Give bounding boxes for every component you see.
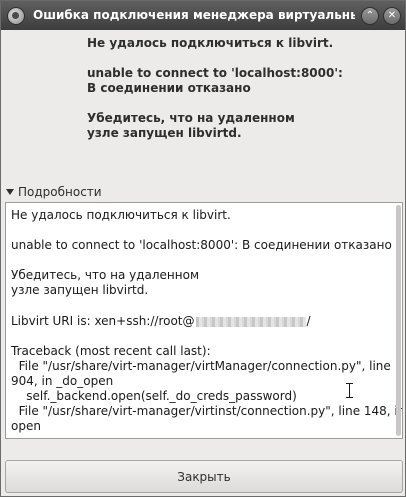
details-scrollbar[interactable] [396, 205, 401, 436]
error-message-line: unable to connect to 'localhost:8000': [87, 66, 343, 80]
shade-button[interactable]: ⌃ [361, 7, 379, 25]
titlebar[interactable]: Ошибка подключения менеджера виртуальных… [1, 1, 405, 30]
details-line: Убедитесь, что на удаленном [11, 268, 200, 282]
details-line: Не удалось подключиться к libvirt. [11, 208, 231, 222]
details-line: узле запущен libvirtd. [11, 283, 149, 297]
error-message-line: узле запущен libvirtd. [87, 126, 242, 140]
error-message-line: Не удалось подключиться к libvirt. [87, 36, 334, 50]
details-line: File "/usr/share/virt-manager/virtinst/c… [11, 404, 403, 418]
details-line: self._backend.open(self._do_creds_passwo… [11, 389, 297, 403]
details-line: File "/usr/share/virt-manager/virtManage… [11, 359, 391, 373]
details-line: unable to connect to 'localhost:8000': В… [11, 238, 392, 252]
app-icon [7, 7, 25, 25]
details-textview[interactable]: Не удалось подключиться к libvirt. unabl… [5, 202, 403, 439]
redacted-hostname [195, 316, 306, 327]
error-dialog-window: Ошибка подключения менеджера виртуальных… [0, 0, 406, 497]
close-window-button[interactable]: ✕ [383, 7, 401, 25]
details-expander-label[interactable]: Подробности [18, 185, 102, 199]
window-title: Ошибка подключения менеджера виртуальных [33, 8, 355, 22]
error-message-line: Убедитесь, что на удаленном [87, 111, 295, 125]
details-line: Traceback (most recent call last): [11, 344, 211, 358]
details-uri-prefix: Libvirt URI is: xen+ssh://root@ [11, 314, 195, 328]
error-message-line: В соединении отказано [87, 81, 251, 95]
details-expander[interactable]: Подробности [6, 185, 102, 199]
details-uri-suffix: / [306, 314, 311, 328]
text-cursor-icon [346, 383, 354, 398]
details-line: open [11, 419, 41, 433]
details-line: 904, in _do_open [11, 374, 114, 388]
details-line-uri: Libvirt URI is: xen+ssh://root@ / [11, 314, 391, 329]
close-button[interactable]: Закрыть [5, 460, 403, 493]
expander-down-arrow-icon[interactable] [6, 189, 14, 195]
